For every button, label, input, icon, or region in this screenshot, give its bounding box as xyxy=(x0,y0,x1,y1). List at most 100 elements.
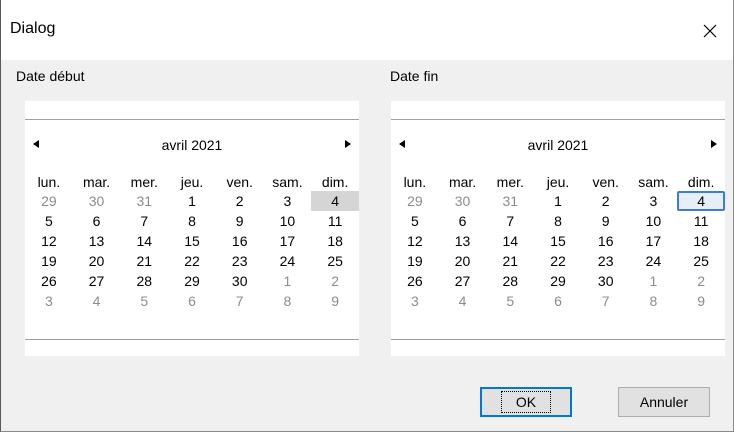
day-cell[interactable]: 18 xyxy=(677,231,725,251)
day-cell[interactable]: 1 xyxy=(168,191,216,211)
day-cell[interactable]: 15 xyxy=(534,231,582,251)
day-cell[interactable]: 22 xyxy=(168,251,216,271)
day-cell[interactable]: 25 xyxy=(311,251,359,271)
day-cell[interactable]: 20 xyxy=(439,251,487,271)
day-cell[interactable]: 25 xyxy=(677,251,725,271)
cancel-button[interactable]: Annuler xyxy=(618,387,710,417)
day-cell[interactable]: 18 xyxy=(311,231,359,251)
day-cell[interactable]: 13 xyxy=(439,231,487,251)
start-next-month-button[interactable] xyxy=(341,137,355,151)
day-cell[interactable]: 31 xyxy=(120,191,168,211)
day-cell[interactable]: 28 xyxy=(486,271,534,291)
day-cell[interactable]: 1 xyxy=(534,191,582,211)
end-next-month-button[interactable] xyxy=(707,137,721,151)
day-cell[interactable]: 1 xyxy=(630,271,678,291)
day-cell[interactable]: 9 xyxy=(582,211,630,231)
day-cell[interactable]: 12 xyxy=(391,231,439,251)
day-cell[interactable]: 21 xyxy=(486,251,534,271)
weekday-header: lun. xyxy=(403,174,427,190)
day-cell[interactable]: 7 xyxy=(486,211,534,231)
close-button[interactable] xyxy=(687,11,733,51)
day-cell[interactable]: 2 xyxy=(677,271,725,291)
day-cell[interactable]: 16 xyxy=(582,231,630,251)
day-cell[interactable]: 31 xyxy=(486,191,534,211)
day-cell[interactable]: 3 xyxy=(630,191,678,211)
day-cell[interactable]: 8 xyxy=(630,291,678,311)
day-cell[interactable]: 29 xyxy=(25,191,73,211)
weekday-header: jeu. xyxy=(180,174,204,190)
day-cell[interactable]: 1 xyxy=(264,271,312,291)
day-cell[interactable]: 5 xyxy=(391,211,439,231)
day-cell[interactable]: 23 xyxy=(216,251,264,271)
day-cell[interactable]: 9 xyxy=(216,211,264,231)
day-cell[interactable]: 26 xyxy=(391,271,439,291)
day-cell[interactable]: 2 xyxy=(311,271,359,291)
day-cell[interactable]: 6 xyxy=(534,291,582,311)
day-cell[interactable]: 12 xyxy=(25,231,73,251)
day-cell[interactable]: 19 xyxy=(25,251,73,271)
day-cell[interactable]: 5 xyxy=(120,291,168,311)
day-cell[interactable]: 27 xyxy=(439,271,487,291)
day-cell[interactable]: 3 xyxy=(264,191,312,211)
day-cell[interactable]: 15 xyxy=(168,231,216,251)
day-cell[interactable]: 30 xyxy=(216,271,264,291)
day-cell[interactable]: 11 xyxy=(311,211,359,231)
day-cell[interactable]: 3 xyxy=(391,291,439,311)
day-cell[interactable]: 13 xyxy=(73,231,121,251)
day-cell[interactable]: 5 xyxy=(25,211,73,231)
divider xyxy=(391,119,725,120)
weekday-header: mer. xyxy=(130,174,158,190)
day-cell[interactable]: 4 xyxy=(439,291,487,311)
day-cell[interactable]: 6 xyxy=(73,211,121,231)
day-cell[interactable]: 27 xyxy=(73,271,121,291)
day-cell[interactable]: 10 xyxy=(264,211,312,231)
day-cell[interactable]: 5 xyxy=(486,291,534,311)
day-cell[interactable]: 22 xyxy=(534,251,582,271)
day-cell[interactable]: 8 xyxy=(264,291,312,311)
day-cell[interactable]: 3 xyxy=(25,291,73,311)
start-month-label: avril 2021 xyxy=(161,137,223,153)
day-cell[interactable]: 6 xyxy=(439,211,487,231)
end-day-grid: lun. mar. mer. jeu. ven. sam. dim. 29 30 31 1 2 3 4 5 6… xyxy=(391,171,725,311)
day-cell[interactable]: 4 xyxy=(311,191,359,211)
day-cell[interactable]: 28 xyxy=(120,271,168,291)
day-cell[interactable]: 17 xyxy=(630,231,678,251)
day-cell[interactable]: 30 xyxy=(73,191,121,211)
day-cell[interactable]: 2 xyxy=(216,191,264,211)
day-cell[interactable]: 6 xyxy=(168,291,216,311)
day-cell[interactable]: 9 xyxy=(677,291,725,311)
day-cell[interactable]: 14 xyxy=(120,231,168,251)
day-cell[interactable]: 29 xyxy=(391,191,439,211)
day-cell[interactable]: 30 xyxy=(582,271,630,291)
day-cell[interactable]: 7 xyxy=(120,211,168,231)
day-cell[interactable]: 21 xyxy=(120,251,168,271)
day-cell[interactable]: 11 xyxy=(677,211,725,231)
day-cell[interactable]: 7 xyxy=(216,291,264,311)
day-cell[interactable]: 19 xyxy=(391,251,439,271)
day-cell[interactable]: 4 xyxy=(73,291,121,311)
day-cell[interactable]: 30 xyxy=(439,191,487,211)
ok-button[interactable]: OK xyxy=(480,387,572,417)
day-cell[interactable]: 7 xyxy=(582,291,630,311)
day-cell[interactable]: 26 xyxy=(25,271,73,291)
day-cell[interactable]: 20 xyxy=(73,251,121,271)
day-cell[interactable]: 17 xyxy=(264,231,312,251)
weekday-header: dim. xyxy=(321,174,349,190)
day-cell[interactable]: 10 xyxy=(630,211,678,231)
day-cell[interactable]: 16 xyxy=(216,231,264,251)
day-cell[interactable]: 24 xyxy=(264,251,312,271)
start-calendar[interactable]: avril 2021 lun. mar. mer. jeu. ven. sam. dim. 2… xyxy=(25,101,359,356)
day-cell[interactable]: 4 xyxy=(677,191,725,211)
day-cell[interactable]: 29 xyxy=(534,271,582,291)
day-cell[interactable]: 14 xyxy=(486,231,534,251)
day-cell[interactable]: 8 xyxy=(534,211,582,231)
divider xyxy=(25,119,359,120)
day-cell[interactable]: 2 xyxy=(582,191,630,211)
day-cell[interactable]: 29 xyxy=(168,271,216,291)
day-cell[interactable]: 24 xyxy=(630,251,678,271)
end-calendar[interactable]: avril 2021 lun. mar. mer. jeu. ven. sam. dim. 2… xyxy=(391,101,725,356)
day-cell[interactable]: 23 xyxy=(582,251,630,271)
day-cell[interactable]: 8 xyxy=(168,211,216,231)
weekday-header: mar. xyxy=(448,174,477,190)
day-cell[interactable]: 9 xyxy=(311,291,359,311)
